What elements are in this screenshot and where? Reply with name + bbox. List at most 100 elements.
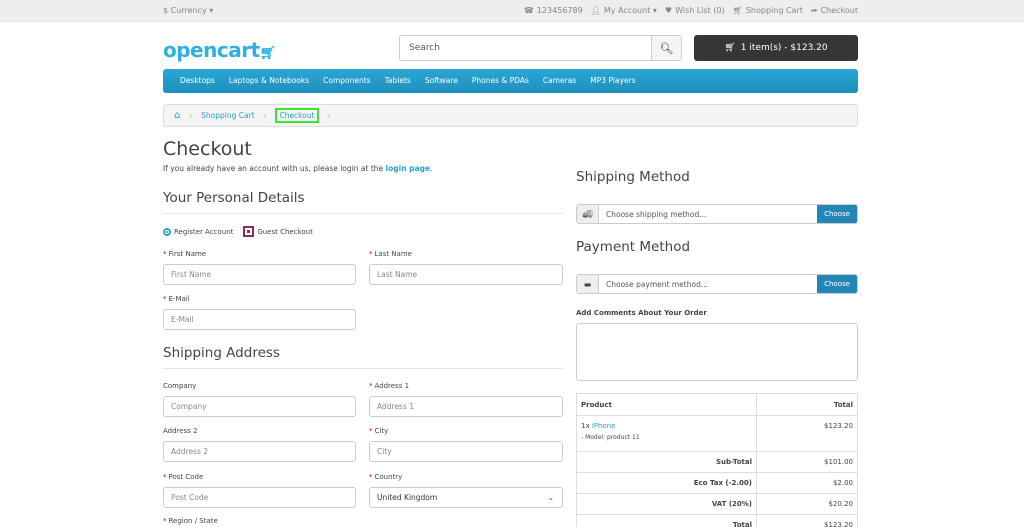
divider [163, 368, 563, 369]
first-name-label: * First Name [163, 250, 207, 258]
payment-method-heading: Payment Method [576, 239, 691, 255]
item-qty: 1x [581, 422, 590, 430]
address1-input[interactable] [377, 402, 562, 411]
company-label: Company [163, 382, 197, 390]
top-bar: $ Currency ▾ ☎ 123456789 👤︎ My Account ▾ ♥… [0, 0, 1024, 22]
breadcrumb-shopping-cart[interactable]: Shopping Cart [201, 111, 254, 120]
intro-end: . [430, 164, 433, 173]
postcode-input[interactable] [171, 493, 355, 502]
breadcrumb-separator: › [188, 108, 194, 123]
total-label: Total [576, 514, 757, 527]
shopping-cart-text: Shopping Cart [745, 6, 803, 15]
main-menu: Desktops Laptops & Notebooks Components … [163, 69, 858, 93]
menu-item-desktops[interactable]: Desktops [173, 69, 222, 93]
wishlist-link[interactable]: ♥ Wish List (0) [665, 6, 725, 15]
register-account-radio[interactable]: Register Account [163, 227, 234, 236]
shipping-address-heading: Shipping Address [163, 345, 280, 361]
search-button[interactable]: 🔍︎ [651, 36, 681, 60]
login-intro: If you already have an account with us, … [163, 164, 432, 173]
payment-method-group: ▬ Choose payment method... Choose [576, 274, 858, 294]
vat-label: VAT (20%) [576, 493, 757, 515]
personal-details-heading: Your Personal Details [163, 190, 305, 206]
menu-item-components[interactable]: Components [316, 69, 377, 93]
table-row: Sub-Total $101.00 [576, 451, 858, 473]
share-icon: ➦ [810, 5, 818, 15]
shopping-cart-link[interactable]: 🛒︎ Shopping Cart [733, 6, 803, 15]
country-label: * Country [369, 473, 403, 481]
search-box: 🔍︎ [399, 35, 682, 61]
choose-payment-button[interactable]: Choose [817, 275, 857, 293]
table-row: Total $123.20 [576, 514, 858, 527]
menu-item-mp3[interactable]: MP3 Players [583, 69, 642, 93]
currency-dropdown[interactable]: $ Currency ▾ [163, 6, 213, 15]
ecotax-label: Eco Tax (-2.00) [576, 472, 757, 494]
city-input[interactable] [377, 447, 562, 456]
cart-button[interactable]: 🛒︎ 1 item(s) - $123.20 [694, 35, 858, 61]
breadcrumb: ⌂ › Shopping Cart › Checkout › [163, 104, 858, 127]
country-value: United Kingdom [377, 493, 438, 502]
user-icon: 👤︎ [590, 5, 601, 15]
breadcrumb-checkout[interactable]: Checkout [275, 108, 319, 123]
home-icon[interactable]: ⌂ [174, 110, 180, 121]
phone-link[interactable]: ☎ 123456789 [524, 6, 583, 15]
item-model: - Model: product 11 [581, 434, 640, 441]
guest-checkout-label: Guest Checkout [257, 227, 313, 236]
menu-item-laptops[interactable]: Laptops & Notebooks [222, 69, 316, 93]
ecotax-value: $2.00 [756, 472, 858, 494]
order-summary-table: Product Total 1x iPhone - Model: product… [576, 393, 858, 527]
vat-value: $20.20 [756, 493, 858, 515]
first-name-input[interactable] [171, 270, 355, 279]
logo[interactable]: opencart🛒︎ [163, 38, 276, 62]
logo-text: opencart [163, 38, 260, 62]
email-field [163, 309, 356, 330]
shipping-method-heading: Shipping Method [576, 169, 690, 185]
comments-textarea[interactable] [576, 323, 858, 381]
payment-method-input[interactable]: Choose payment method... [599, 275, 817, 293]
search-icon: 🔍︎ [659, 41, 674, 55]
postcode-field [163, 487, 356, 508]
credit-card-icon: ▬ [577, 275, 599, 293]
truck-icon: 🚚︎ [577, 205, 599, 223]
email-input[interactable] [171, 315, 355, 324]
search-input[interactable] [400, 36, 651, 60]
menu-item-cameras[interactable]: Cameras [536, 69, 583, 93]
top-links: ☎ 123456789 👤︎ My Account ▾ ♥ Wish List (0)… [524, 6, 858, 15]
last-name-label: * Last Name [369, 250, 412, 258]
product-link[interactable]: iPhone [592, 422, 616, 430]
menu-item-phones[interactable]: Phones & PDAs [465, 69, 536, 93]
company-field [163, 396, 356, 417]
city-label: * City [369, 427, 389, 435]
address2-label: Address 2 [163, 427, 198, 435]
shipping-method-input[interactable]: Choose shipping method... [599, 205, 817, 223]
radio-icon [163, 227, 171, 236]
address2-input[interactable] [171, 447, 355, 456]
address1-label: * Address 1 [369, 382, 410, 390]
table-row: 1x iPhone - Model: product 11 $123.20 [576, 415, 858, 452]
register-account-label: Register Account [174, 227, 234, 236]
checkout-link[interactable]: ➦ Checkout [811, 6, 858, 15]
column-header-total: Total [756, 393, 858, 416]
my-account-link[interactable]: 👤︎ My Account ▾ [591, 6, 657, 15]
table-row: VAT (20%) $20.20 [576, 493, 858, 515]
company-input[interactable] [171, 402, 355, 411]
table-row: Eco Tax (-2.00) $2.00 [576, 472, 858, 494]
menu-item-tablets[interactable]: Tablets [378, 69, 418, 93]
region-label: * Region / State [163, 517, 218, 525]
guest-checkout-radio[interactable]: Guest Checkout [243, 226, 313, 237]
subtotal-value: $101.00 [756, 451, 858, 473]
wishlist-text: Wish List (0) [675, 6, 725, 15]
checkout-text: Checkout [820, 6, 858, 15]
last-name-input[interactable] [377, 270, 562, 279]
chevron-down-icon: ⌄ [547, 493, 554, 502]
login-page-link[interactable]: login page [386, 164, 431, 173]
menu-item-software[interactable]: Software [418, 69, 465, 93]
city-field [369, 441, 563, 462]
table-header-row: Product Total [576, 393, 858, 416]
phone-icon: ☎ [523, 5, 534, 15]
choose-shipping-button[interactable]: Choose [817, 205, 857, 223]
column-header-product: Product [576, 393, 757, 416]
product-cell: 1x iPhone - Model: product 11 [576, 415, 757, 452]
country-select[interactable]: United Kingdom ⌄ [369, 487, 563, 508]
address1-field [369, 396, 563, 417]
cart-icon: 🛒︎ [724, 43, 736, 53]
